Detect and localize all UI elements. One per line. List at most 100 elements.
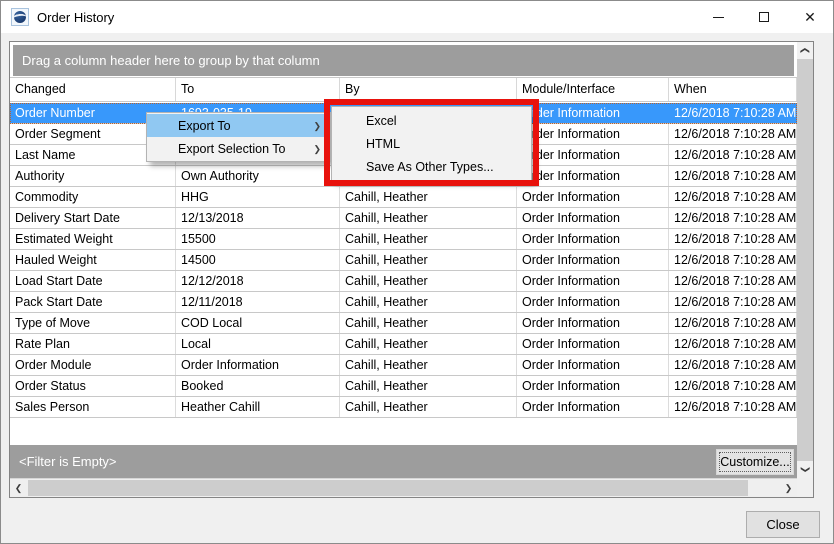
cell-when: 12/6/2018 7:10:28 AM bbox=[669, 334, 797, 354]
cell-to: 14500 bbox=[176, 250, 340, 270]
table-row[interactable]: Load Start Date12/12/2018Cahill, Heather… bbox=[10, 271, 797, 292]
column-header-by[interactable]: By bbox=[340, 78, 517, 101]
export-submenu: Excel HTML Save As Other Types... bbox=[331, 106, 532, 181]
close-button[interactable]: Close bbox=[746, 511, 820, 538]
scrollbar-corner bbox=[797, 478, 813, 497]
app-icon bbox=[11, 8, 29, 26]
scroll-right-arrow-icon[interactable]: ❯ bbox=[780, 479, 797, 497]
cell-to: Order Information bbox=[176, 355, 340, 375]
cell-changed: Pack Start Date bbox=[10, 292, 176, 312]
cell-changed: Order Status bbox=[10, 376, 176, 396]
cell-to: COD Local bbox=[176, 313, 340, 333]
cell-module: Order Information bbox=[517, 145, 669, 165]
submenu-item-html[interactable]: HTML bbox=[332, 132, 531, 155]
cell-by: Cahill, Heather bbox=[340, 271, 517, 291]
cell-when: 12/6/2018 7:10:28 AM bbox=[669, 376, 797, 396]
cell-module: Order Information bbox=[517, 103, 669, 123]
cell-to: 12/12/2018 bbox=[176, 271, 340, 291]
cell-module: Order Information bbox=[517, 166, 669, 186]
column-header-changed[interactable]: Changed bbox=[10, 78, 176, 101]
cell-module: Order Information bbox=[517, 124, 669, 144]
cell-when: 12/6/2018 7:10:28 AM bbox=[669, 313, 797, 333]
table-row[interactable]: Type of MoveCOD LocalCahill, HeatherOrde… bbox=[10, 313, 797, 334]
vertical-scrollbar-track[interactable] bbox=[797, 59, 813, 461]
maximize-icon bbox=[759, 12, 769, 22]
window-title: Order History bbox=[37, 10, 114, 25]
close-icon: ✕ bbox=[804, 10, 816, 24]
table-row[interactable]: Sales PersonHeather CahillCahill, Heathe… bbox=[10, 397, 797, 418]
scroll-up-arrow-icon[interactable]: ❮ bbox=[797, 42, 813, 59]
close-window-button[interactable]: ✕ bbox=[787, 1, 833, 33]
cell-changed: Type of Move bbox=[10, 313, 176, 333]
submenu-item-save-as-other-types[interactable]: Save As Other Types... bbox=[332, 155, 531, 178]
cell-module: Order Information bbox=[517, 397, 669, 417]
maximize-button[interactable] bbox=[741, 1, 787, 33]
cell-module: Order Information bbox=[517, 187, 669, 207]
group-by-bar[interactable]: Drag a column header here to group by th… bbox=[13, 45, 794, 76]
cell-by: Cahill, Heather bbox=[340, 208, 517, 228]
scroll-left-arrow-icon[interactable]: ❮ bbox=[10, 479, 27, 497]
column-header-to[interactable]: To bbox=[176, 78, 340, 101]
vertical-scrollbar[interactable]: ❮ ❮ bbox=[797, 42, 813, 478]
table-row[interactable]: Delivery Start Date12/13/2018Cahill, Hea… bbox=[10, 208, 797, 229]
cell-to: Local bbox=[176, 334, 340, 354]
cell-module: Order Information bbox=[517, 250, 669, 270]
cell-to: HHG bbox=[176, 187, 340, 207]
menu-item-export-to[interactable]: Export To ❯ bbox=[147, 114, 330, 137]
cell-by: Cahill, Heather bbox=[340, 334, 517, 354]
horizontal-scrollbar-thumb[interactable] bbox=[28, 480, 748, 496]
table-row[interactable]: Order StatusBookedCahill, HeatherOrder I… bbox=[10, 376, 797, 397]
title-bar: Order History ✕ bbox=[1, 1, 833, 33]
customize-button[interactable]: Customize... bbox=[716, 449, 794, 475]
order-history-dialog: Order History ✕ Drag a column header her… bbox=[0, 0, 834, 544]
cell-module: Order Information bbox=[517, 313, 669, 333]
horizontal-scrollbar[interactable]: ❮ ❯ bbox=[10, 478, 797, 497]
menu-item-label: Export To bbox=[178, 119, 231, 133]
minimize-button[interactable] bbox=[695, 1, 741, 33]
cell-by: Cahill, Heather bbox=[340, 229, 517, 249]
cell-changed: Estimated Weight bbox=[10, 229, 176, 249]
globe-icon bbox=[14, 11, 26, 23]
scroll-down-arrow-icon[interactable]: ❮ bbox=[797, 461, 813, 478]
cell-by: Cahill, Heather bbox=[340, 187, 517, 207]
context-menu: Export To ❯ Export Selection To ❯ bbox=[146, 112, 331, 162]
cell-module: Order Information bbox=[517, 334, 669, 354]
cell-when: 12/6/2018 7:10:28 AM bbox=[669, 124, 797, 144]
cell-by: Cahill, Heather bbox=[340, 250, 517, 270]
cell-to: 15500 bbox=[176, 229, 340, 249]
cell-when: 12/6/2018 7:10:28 AM bbox=[669, 271, 797, 291]
cell-by: Cahill, Heather bbox=[340, 292, 517, 312]
cell-when: 12/6/2018 7:10:28 AM bbox=[669, 166, 797, 186]
table-row[interactable]: Order ModuleOrder InformationCahill, Hea… bbox=[10, 355, 797, 376]
cell-by: Cahill, Heather bbox=[340, 355, 517, 375]
cell-when: 12/6/2018 7:10:28 AM bbox=[669, 355, 797, 375]
cell-module: Order Information bbox=[517, 229, 669, 249]
filter-status: <Filter is Empty> bbox=[19, 454, 117, 469]
table-row[interactable]: Pack Start Date12/11/2018Cahill, Heather… bbox=[10, 292, 797, 313]
cell-when: 12/6/2018 7:10:28 AM bbox=[669, 187, 797, 207]
cell-changed: Load Start Date bbox=[10, 271, 176, 291]
table-row[interactable]: Estimated Weight15500Cahill, HeatherOrde… bbox=[10, 229, 797, 250]
column-header-module-interface[interactable]: Module/Interface bbox=[517, 78, 669, 101]
table-row[interactable]: Rate PlanLocalCahill, HeatherOrder Infor… bbox=[10, 334, 797, 355]
table-row[interactable]: CommodityHHGCahill, HeatherOrder Informa… bbox=[10, 187, 797, 208]
cell-changed: Commodity bbox=[10, 187, 176, 207]
cell-to: Booked bbox=[176, 376, 340, 396]
column-header-when[interactable]: When bbox=[669, 78, 797, 101]
cell-when: 12/6/2018 7:10:28 AM bbox=[669, 250, 797, 270]
cell-changed: Sales Person bbox=[10, 397, 176, 417]
cell-to: 12/11/2018 bbox=[176, 292, 340, 312]
cell-module: Order Information bbox=[517, 208, 669, 228]
submenu-arrow-icon: ❯ bbox=[313, 121, 321, 132]
cell-by: Cahill, Heather bbox=[340, 397, 517, 417]
cell-by: Cahill, Heather bbox=[340, 376, 517, 396]
submenu-item-excel[interactable]: Excel bbox=[332, 109, 531, 132]
menu-item-export-selection-to[interactable]: Export Selection To ❯ bbox=[147, 137, 330, 160]
cell-when: 12/6/2018 7:10:28 AM bbox=[669, 208, 797, 228]
cell-when: 12/6/2018 7:10:28 AM bbox=[669, 292, 797, 312]
menu-item-label: Export Selection To bbox=[178, 142, 285, 156]
cell-to: Own Authority bbox=[176, 166, 340, 186]
table-row[interactable]: Hauled Weight14500Cahill, HeatherOrder I… bbox=[10, 250, 797, 271]
submenu-arrow-icon: ❯ bbox=[313, 144, 321, 155]
cell-changed: Authority bbox=[10, 166, 176, 186]
